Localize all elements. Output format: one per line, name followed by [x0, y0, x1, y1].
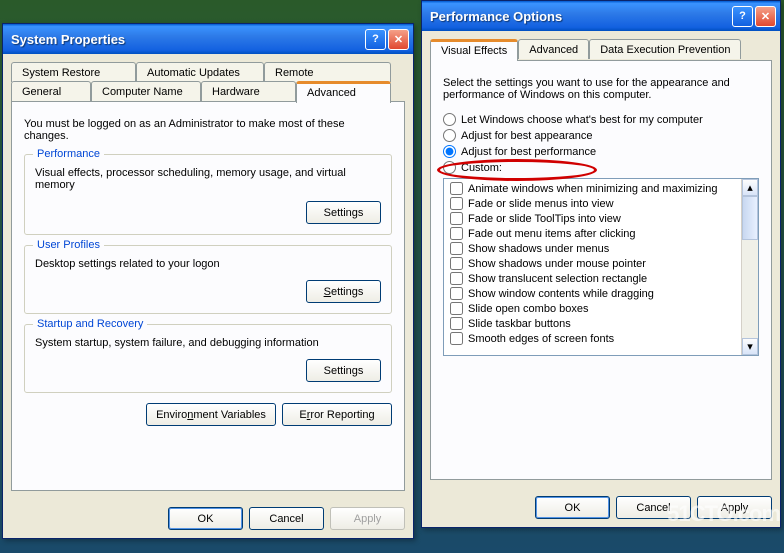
group-performance: Performance Visual effects, processor sc… — [24, 154, 392, 235]
user-profiles-settings-button[interactable]: Settings — [306, 280, 381, 303]
list-item[interactable]: Show shadows under menus — [446, 241, 739, 256]
radio-let-windows-choose[interactable]: Let Windows choose what's best for my co… — [443, 113, 759, 126]
list-item[interactable]: Fade or slide ToolTips into view — [446, 211, 739, 226]
ok-button[interactable]: OK — [168, 507, 243, 530]
checkbox-input[interactable] — [450, 182, 463, 195]
list-item-label: Show shadows under menus — [468, 243, 609, 255]
environment-variables-button[interactable]: Environment Variables — [146, 403, 276, 426]
cancel-button[interactable]: Cancel — [616, 496, 691, 519]
dialog-body: Visual Effects Advanced Data Execution P… — [422, 31, 780, 488]
scroll-up-icon[interactable]: ▴ — [742, 179, 758, 196]
group-desc: Visual effects, processor scheduling, me… — [35, 167, 381, 191]
list-item-label: Show window contents while dragging — [468, 288, 654, 300]
effects-checklist: Animate windows when minimizing and maxi… — [443, 178, 759, 356]
checkbox-input[interactable] — [450, 212, 463, 225]
tab-strip: System Restore Automatic Updates Remote … — [11, 62, 405, 102]
tab-hardware[interactable]: Hardware — [201, 81, 296, 101]
list-item[interactable]: Slide taskbar buttons — [446, 316, 739, 331]
title-text: Performance Options — [430, 9, 730, 24]
list-item[interactable]: Animate windows when minimizing and maxi… — [446, 181, 739, 196]
checkbox-input[interactable] — [450, 287, 463, 300]
checkbox-input[interactable] — [450, 227, 463, 240]
instruction-text: Select the settings you want to use for … — [443, 77, 759, 101]
list-item-label: Show translucent selection rectangle — [468, 273, 647, 285]
list-item-label: Animate windows when minimizing and maxi… — [468, 183, 717, 195]
checkbox-input[interactable] — [450, 302, 463, 315]
group-desc: Desktop settings related to your logon — [35, 258, 381, 270]
performance-settings-button[interactable]: Settings — [306, 201, 381, 224]
apply-button[interactable]: Apply — [697, 496, 772, 519]
tab-general[interactable]: General — [11, 81, 91, 101]
checkbox-input[interactable] — [450, 317, 463, 330]
dialog-buttons: OK Cancel Apply — [422, 488, 780, 527]
tab-automatic-updates[interactable]: Automatic Updates — [136, 62, 264, 82]
performance-options-dialog: Performance Options ? ✕ Visual Effects A… — [421, 0, 781, 528]
group-desc: System startup, system failure, and debu… — [35, 337, 381, 349]
checklist-items: Animate windows when minimizing and maxi… — [444, 179, 741, 355]
list-item-label: Show shadows under mouse pointer — [468, 258, 646, 270]
radio-best-appearance[interactable]: Adjust for best appearance — [443, 129, 759, 142]
group-user-profiles: User Profiles Desktop settings related t… — [24, 245, 392, 314]
tab-remote[interactable]: Remote — [264, 62, 391, 82]
list-item[interactable]: Fade or slide menus into view — [446, 196, 739, 211]
tab-content: You must be logged on as an Administrato… — [11, 101, 405, 491]
tab-visual-effects[interactable]: Visual Effects — [430, 39, 518, 61]
help-icon[interactable]: ? — [365, 29, 386, 50]
tab-strip: Visual Effects Advanced Data Execution P… — [430, 39, 772, 61]
list-item[interactable]: Show shadows under mouse pointer — [446, 256, 739, 271]
checkbox-input[interactable] — [450, 197, 463, 210]
scroll-thumb[interactable] — [742, 196, 758, 240]
list-item[interactable]: Show translucent selection rectangle — [446, 271, 739, 286]
group-startup-recovery: Startup and Recovery System startup, sys… — [24, 324, 392, 393]
group-title: User Profiles — [33, 239, 104, 251]
checkbox-input[interactable] — [450, 332, 463, 345]
checkbox-input[interactable] — [450, 272, 463, 285]
list-item[interactable]: Slide open combo boxes — [446, 301, 739, 316]
admin-instruction: You must be logged on as an Administrato… — [24, 118, 392, 142]
help-icon[interactable]: ? — [732, 6, 753, 27]
list-item[interactable]: Fade out menu items after clicking — [446, 226, 739, 241]
radio-input[interactable] — [443, 161, 456, 174]
list-item-label: Smooth edges of screen fonts — [468, 333, 614, 345]
list-item-label: Slide open combo boxes — [468, 303, 588, 315]
close-icon[interactable]: ✕ — [755, 6, 776, 27]
apply-button: Apply — [330, 507, 405, 530]
titlebar[interactable]: System Properties ? ✕ — [3, 24, 413, 54]
titlebar[interactable]: Performance Options ? ✕ — [422, 1, 780, 31]
system-properties-dialog: System Properties ? ✕ System Restore Aut… — [2, 23, 414, 539]
list-item[interactable]: Smooth edges of screen fonts — [446, 331, 739, 346]
ok-button[interactable]: OK — [535, 496, 610, 519]
tab-advanced[interactable]: Advanced — [296, 81, 391, 103]
tab-system-restore[interactable]: System Restore — [11, 62, 136, 82]
list-item-label: Fade or slide menus into view — [468, 198, 614, 210]
startup-settings-button[interactable]: Settings — [306, 359, 381, 382]
title-text: System Properties — [11, 32, 363, 47]
scrollbar[interactable]: ▴ ▾ — [741, 179, 758, 355]
radio-custom[interactable]: Custom: — [443, 161, 759, 174]
group-title: Startup and Recovery — [33, 318, 147, 330]
dialog-buttons: OK Cancel Apply — [3, 499, 413, 538]
tab-content: Select the settings you want to use for … — [430, 60, 772, 480]
radio-best-performance[interactable]: Adjust for best performance — [443, 145, 759, 158]
close-icon[interactable]: ✕ — [388, 29, 409, 50]
radio-input[interactable] — [443, 113, 456, 126]
list-item-label: Fade out menu items after clicking — [468, 228, 636, 240]
tab-dep[interactable]: Data Execution Prevention — [589, 39, 741, 59]
radio-input[interactable] — [443, 145, 456, 158]
group-title: Performance — [33, 148, 104, 160]
checkbox-input[interactable] — [450, 257, 463, 270]
list-item[interactable]: Show window contents while dragging — [446, 286, 739, 301]
tab-advanced[interactable]: Advanced — [518, 39, 589, 59]
scroll-track[interactable] — [742, 240, 758, 338]
error-reporting-button[interactable]: Error Reporting — [282, 403, 392, 426]
dialog-body: System Restore Automatic Updates Remote … — [3, 54, 413, 499]
list-item-label: Slide taskbar buttons — [468, 318, 571, 330]
list-item-label: Fade or slide ToolTips into view — [468, 213, 621, 225]
cancel-button[interactable]: Cancel — [249, 507, 324, 530]
tab-computer-name[interactable]: Computer Name — [91, 81, 201, 101]
scroll-down-icon[interactable]: ▾ — [742, 338, 758, 355]
radio-input[interactable] — [443, 129, 456, 142]
checkbox-input[interactable] — [450, 242, 463, 255]
